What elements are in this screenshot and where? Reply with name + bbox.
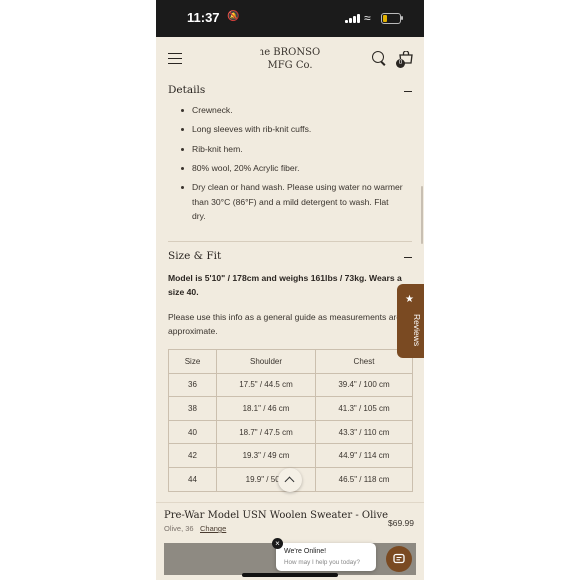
size-guide-text: Please use this info as a general guide …	[168, 312, 402, 336]
status-time: 11:37	[187, 10, 220, 25]
close-icon[interactable]: ×	[272, 538, 283, 549]
logo-line1: The BRONSON	[260, 47, 320, 58]
chat-subtitle: How may I help you today?	[284, 559, 360, 566]
table-cell: 18.7" / 47.5 cm	[216, 419, 316, 445]
size-fit-heading[interactable]: Size & Fit	[168, 250, 221, 262]
list-item: Dry clean or hand wash. Please using wat…	[178, 180, 403, 224]
table-cell: 18.1" / 46 cm	[216, 396, 316, 421]
scrollbar[interactable]	[421, 186, 423, 244]
table-cell: 42	[168, 443, 217, 468]
details-heading[interactable]: Details	[168, 84, 205, 96]
product-price: $69.99	[388, 518, 414, 528]
bell-icon: 🔕	[227, 11, 240, 22]
model-info-text: Model is 5'10" / 178cm and weighs 161lbs…	[168, 273, 402, 297]
column-header-shoulder: Shoulder	[216, 349, 316, 374]
chat-popup[interactable]: We're Online! How may I help you today?	[276, 543, 376, 571]
table-row: 42 19.3" / 49 cm 44.9" / 114 cm	[168, 443, 413, 468]
hamburger-icon[interactable]	[168, 53, 182, 65]
cart-count-badge: 0	[396, 59, 405, 68]
chat-button[interactable]	[386, 546, 412, 572]
section-divider	[168, 241, 412, 242]
list-item: 80% wool, 20% Acrylic fiber.	[178, 161, 403, 176]
site-header: The BRONSON MFG Co. 0	[156, 37, 424, 81]
chat-icon	[393, 553, 405, 564]
table-header-row: Size Shoulder Chest	[168, 349, 413, 374]
sticky-product-bar: Pre-War Model USN Woolen Sweater - Olive…	[156, 502, 424, 580]
product-title: Pre-War Model USN Woolen Sweater - Olive	[164, 510, 389, 521]
product-variant: Olive, 36	[164, 524, 194, 533]
table-cell: 41.3" / 105 cm	[315, 396, 413, 421]
table-cell: 40	[168, 419, 217, 445]
brand-logo[interactable]: The BRONSON MFG Co.	[260, 42, 320, 74]
logo-line2: MFG Co.	[267, 60, 312, 71]
home-indicator	[242, 573, 338, 577]
table-cell: 38	[168, 396, 217, 421]
wifi-icon: ≈	[364, 11, 371, 25]
size-fit-collapse-icon[interactable]	[404, 257, 412, 259]
status-bar: 11:37 🔕 ≈	[156, 0, 424, 37]
table-cell: 39.4" / 100 cm	[315, 372, 413, 398]
table-cell: 44	[168, 466, 217, 492]
reviews-label: Reviews	[412, 314, 422, 347]
table-cell: 19.3" / 49 cm	[216, 443, 316, 468]
table-cell: 17.5" / 44.5 cm	[216, 372, 316, 398]
battery-icon	[381, 13, 403, 24]
table-cell: 36	[168, 372, 217, 398]
table-cell: 43.3" / 110 cm	[315, 419, 413, 445]
list-item: Rib-knit hem.	[178, 142, 403, 157]
reviews-tab[interactable]: ★ Reviews	[397, 284, 424, 358]
signal-icon	[345, 13, 361, 23]
chevron-up-icon[interactable]	[278, 468, 302, 492]
table-cell: 46.5" / 118 cm	[315, 466, 413, 492]
list-item: Crewneck.	[178, 103, 403, 118]
column-header-size: Size	[168, 349, 217, 374]
chat-title: We're Online!	[284, 548, 327, 555]
search-icon[interactable]	[372, 51, 384, 63]
star-icon: ★	[405, 294, 414, 305]
phone-screen: 11:37 🔕 ≈ The BRONSON MFG Co. 0 Details …	[156, 0, 424, 580]
details-list: Crewneck. Long sleeves with rib-knit cuf…	[178, 103, 403, 228]
change-variant-link[interactable]: Change	[200, 524, 226, 533]
details-collapse-icon[interactable]	[404, 91, 412, 93]
table-row: 38 18.1" / 46 cm 41.3" / 105 cm	[168, 396, 413, 421]
list-item: Long sleeves with rib-knit cuffs.	[178, 122, 403, 137]
table-row: 40 18.7" / 47.5 cm 43.3" / 110 cm	[168, 419, 413, 445]
table-row: 36 17.5" / 44.5 cm 39.4" / 100 cm	[168, 372, 413, 398]
table-cell: 44.9" / 114 cm	[315, 443, 413, 468]
